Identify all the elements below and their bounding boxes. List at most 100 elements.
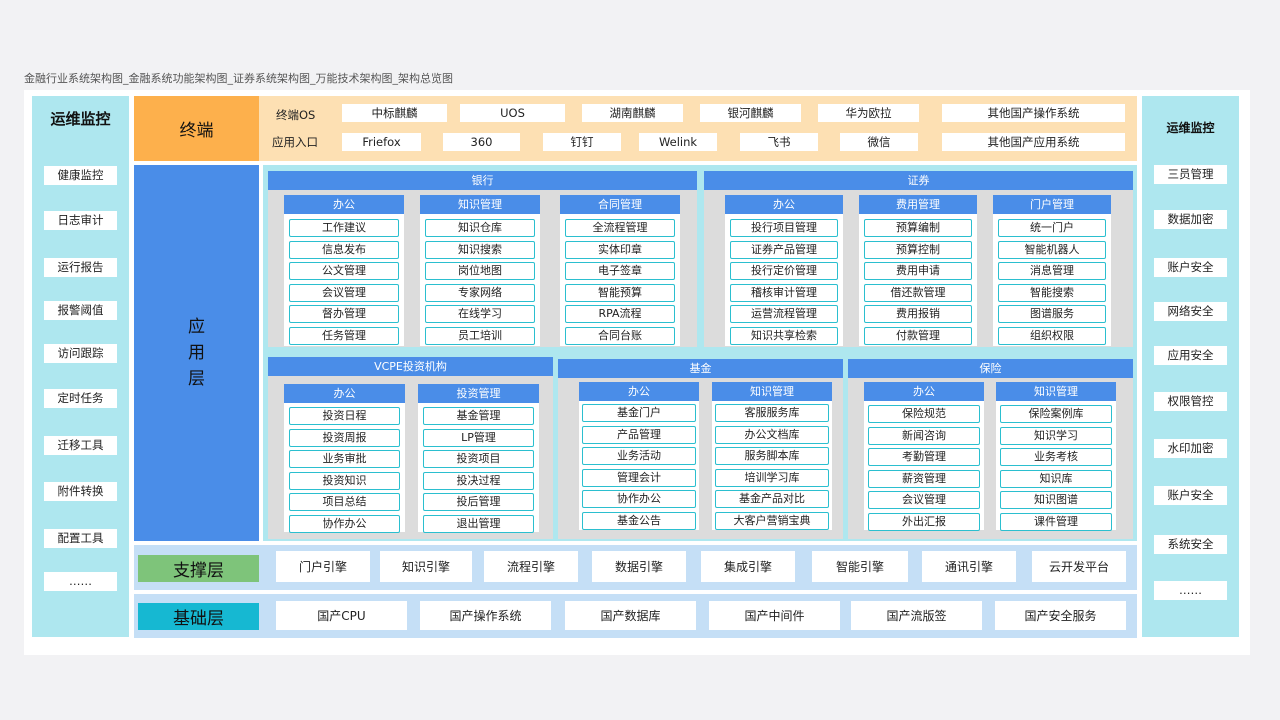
support-engine: 数据引擎 xyxy=(592,551,686,582)
app-cell: 基金门户 xyxy=(582,404,696,422)
app-cell: 员工培训 xyxy=(425,327,535,345)
app-cell: 知识仓库 xyxy=(425,219,535,237)
base-item: 国产操作系统 xyxy=(420,601,551,630)
app-cell: 新闻咨询 xyxy=(868,427,980,445)
support-engine: 知识引擎 xyxy=(380,551,472,582)
terminal-app-item: 其他国产应用系统 xyxy=(942,133,1125,151)
app-cell: 考勤管理 xyxy=(868,448,980,466)
base-item: 国产数据库 xyxy=(565,601,696,630)
left-sidebar-item: 访问跟踪 xyxy=(44,344,117,363)
base-layer-label: 基础层 xyxy=(138,603,259,630)
right-sidebar-item: …… xyxy=(1154,581,1227,600)
base-item: 国产安全服务 xyxy=(995,601,1126,630)
left-sidebar-item: 报警阈值 xyxy=(44,301,117,320)
app-cell: 专家网络 xyxy=(425,284,535,302)
app-cell: 知识共享检索 xyxy=(730,327,838,345)
app-group-title: 保险 xyxy=(848,359,1133,378)
app-column-title: 办公 xyxy=(725,195,843,214)
app-column-title: 知识管理 xyxy=(712,382,832,401)
terminal-os-item: 其他国产操作系统 xyxy=(942,104,1125,122)
app-cell: 消息管理 xyxy=(998,262,1106,280)
support-engine: 通讯引擎 xyxy=(922,551,1016,582)
right-sidebar-item: 应用安全 xyxy=(1154,346,1227,365)
right-sidebar-item: 数据加密 xyxy=(1154,210,1227,229)
app-cell: 业务考核 xyxy=(1000,448,1112,466)
app-cell: 基金管理 xyxy=(423,407,534,425)
terminal-os-item: 华为欧拉 xyxy=(818,104,919,122)
app-cell: 产品管理 xyxy=(582,426,696,444)
app-column-title: 办公 xyxy=(864,382,984,401)
app-cell: 课件管理 xyxy=(1000,513,1112,531)
right-sidebar-item: 系统安全 xyxy=(1154,535,1227,554)
app-cell: 退出管理 xyxy=(423,515,534,533)
right-sidebar-item: 三员管理 xyxy=(1154,165,1227,184)
support-engine: 集成引擎 xyxy=(701,551,795,582)
app-column-title: 费用管理 xyxy=(859,195,977,214)
left-sidebar-item: 健康监控 xyxy=(44,166,117,185)
terminal-os-item: 湖南麒麟 xyxy=(582,104,683,122)
terminal-app-item: Friefox xyxy=(342,133,421,151)
app-cell: 服务脚本库 xyxy=(715,447,829,465)
app-cell: 投资日程 xyxy=(289,407,400,425)
app-cell: 协作办公 xyxy=(582,490,696,508)
app-cell: 投资周报 xyxy=(289,429,400,447)
app-cell: 会议管理 xyxy=(868,491,980,509)
app-cell: 智能搜索 xyxy=(998,284,1106,302)
app-cell: 薪资管理 xyxy=(868,470,980,488)
app-cell: 在线学习 xyxy=(425,305,535,323)
left-sidebar-item: 迁移工具 xyxy=(44,436,117,455)
terminal-os-item: UOS xyxy=(460,104,565,122)
left-sidebar-item: 运行报告 xyxy=(44,258,117,277)
app-cell: 保险规范 xyxy=(868,405,980,423)
app-cell: 统一门户 xyxy=(998,219,1106,237)
base-item: 国产流版签 xyxy=(851,601,982,630)
right-sidebar-item: 账户安全 xyxy=(1154,486,1227,505)
app-cell: 协作办公 xyxy=(289,515,400,533)
terminal-app-item: 钉钉 xyxy=(543,133,621,151)
left-sidebar-title: 运维监控 xyxy=(50,110,111,128)
app-cell: 客服服务库 xyxy=(715,404,829,422)
app-layer-label: 应 用 层 xyxy=(134,165,259,541)
app-cell: 基金公告 xyxy=(582,512,696,530)
app-cell: 稽核审计管理 xyxy=(730,284,838,302)
app-cell: 知识学习 xyxy=(1000,427,1112,445)
app-cell: 智能机器人 xyxy=(998,241,1106,259)
terminal-app-item: Welink xyxy=(639,133,717,151)
app-layer-label-char: 用 xyxy=(188,343,205,363)
app-cell: 投资知识 xyxy=(289,472,400,490)
app-cell: 项目总结 xyxy=(289,493,400,511)
app-column-title: 合同管理 xyxy=(560,195,680,214)
app-group-title: VCPE投资机构 xyxy=(268,357,553,376)
app-cell: 投行项目管理 xyxy=(730,219,838,237)
app-cell: 管理会计 xyxy=(582,469,696,487)
app-cell: 业务活动 xyxy=(582,447,696,465)
support-engine: 智能引擎 xyxy=(812,551,908,582)
right-sidebar-item: 水印加密 xyxy=(1154,439,1227,458)
app-cell: 会议管理 xyxy=(289,284,399,302)
app-cell: 大客户营销宝典 xyxy=(715,512,829,530)
terminal-app-item: 微信 xyxy=(840,133,918,151)
support-layer-label: 支撑层 xyxy=(138,555,259,582)
app-group-title: 基金 xyxy=(558,359,843,378)
app-cell: LP管理 xyxy=(423,429,534,447)
app-cell: 外出汇报 xyxy=(868,513,980,531)
app-cell: 实体印章 xyxy=(565,241,675,259)
app-cell: 培训学习库 xyxy=(715,469,829,487)
support-engine: 门户引擎 xyxy=(276,551,370,582)
app-cell: 知识图谱 xyxy=(1000,491,1112,509)
app-group-title: 证券 xyxy=(704,171,1133,190)
app-cell: 图谱服务 xyxy=(998,305,1106,323)
left-sidebar-item: …… xyxy=(44,572,117,591)
app-cell: 任务管理 xyxy=(289,327,399,345)
left-sidebar-item: 配置工具 xyxy=(44,529,117,548)
left-sidebar-item: 附件转换 xyxy=(44,482,117,501)
app-column-title: 门户管理 xyxy=(993,195,1111,214)
right-sidebar-item: 账户安全 xyxy=(1154,258,1227,277)
right-sidebar-item: 网络安全 xyxy=(1154,302,1227,321)
app-cell: 费用报销 xyxy=(864,305,972,323)
app-cell: 预算编制 xyxy=(864,219,972,237)
terminal-app-item: 360 xyxy=(443,133,520,151)
app-cell: 组织权限 xyxy=(998,327,1106,345)
app-cell: 督办管理 xyxy=(289,305,399,323)
app-cell: 电子签章 xyxy=(565,262,675,280)
